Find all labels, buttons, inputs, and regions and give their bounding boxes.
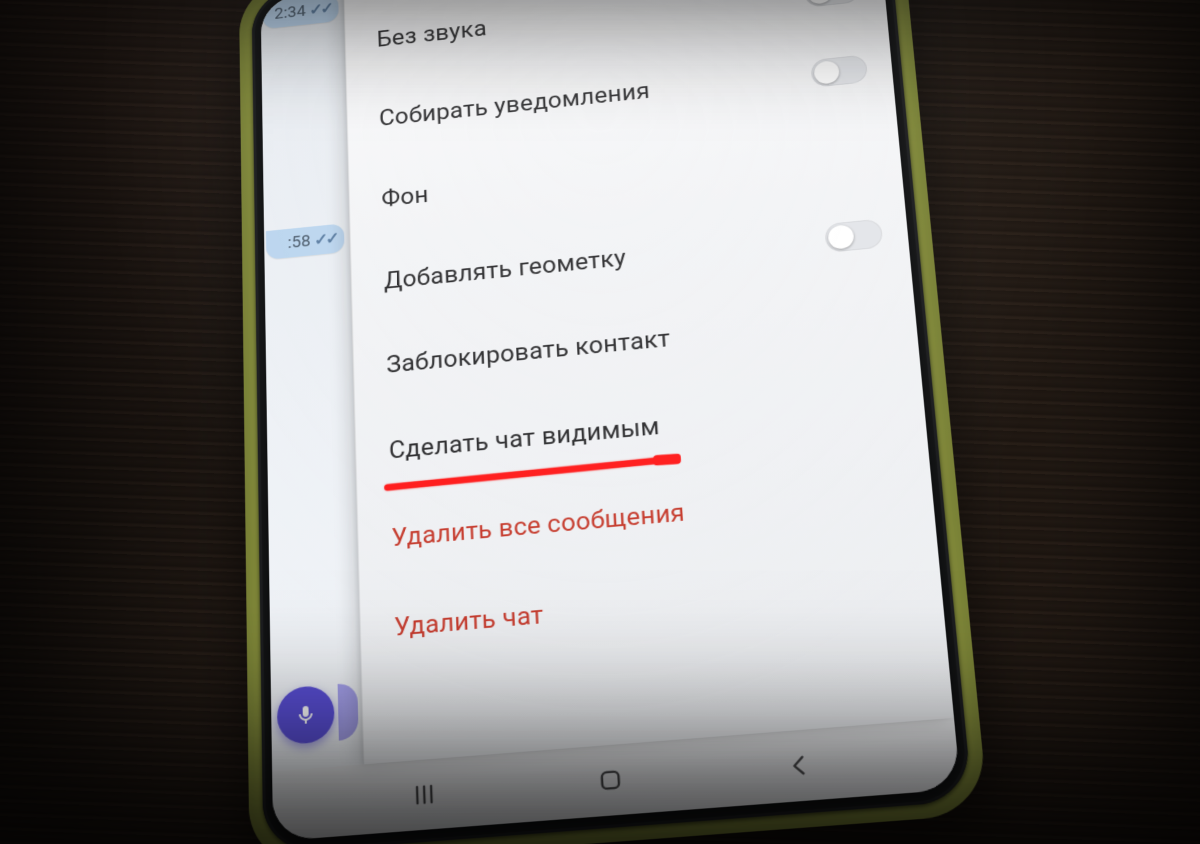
setting-label: Удалить все сообщения — [391, 479, 907, 553]
voice-record-button-partial — [338, 682, 359, 740]
phone-body: 2:34✓✓ :58✓✓ — [251, 0, 972, 844]
read-ticks-icon: ✓✓ — [314, 229, 337, 250]
nav-recent-button[interactable] — [394, 772, 456, 817]
microphone-icon — [294, 702, 318, 727]
recent-apps-icon — [410, 780, 439, 810]
toggle-stack-notifications[interactable] — [810, 54, 868, 87]
home-icon — [595, 765, 625, 795]
voice-record-button[interactable] — [277, 684, 335, 745]
toggle-mute[interactable] — [803, 0, 860, 8]
nav-back-button[interactable] — [767, 743, 832, 788]
chat-bubble: 2:34✓✓ — [262, 0, 338, 29]
chat-bubble: :58✓✓ — [266, 223, 345, 260]
bubble-time: 2:34 — [274, 2, 306, 23]
phone-case: 2:34✓✓ :58✓✓ — [239, 0, 989, 844]
back-icon — [784, 750, 815, 781]
setting-label: Сделать чат видимым — [389, 391, 900, 465]
toggle-geotag[interactable] — [824, 219, 883, 253]
nav-home-button[interactable] — [579, 758, 642, 803]
bubble-time: :58 — [288, 232, 311, 253]
setting-label: Удалить чат — [394, 570, 916, 643]
photo-scene: 2:34✓✓ :58✓✓ — [0, 0, 1200, 844]
setting-label: Добавлять геометку — [384, 225, 827, 295]
read-ticks-icon: ✓✓ — [309, 0, 331, 19]
phone-screen: 2:34✓✓ :58✓✓ — [261, 0, 961, 841]
chat-settings-panel: Без звука Собирать уведомления Фон — [343, 0, 954, 764]
